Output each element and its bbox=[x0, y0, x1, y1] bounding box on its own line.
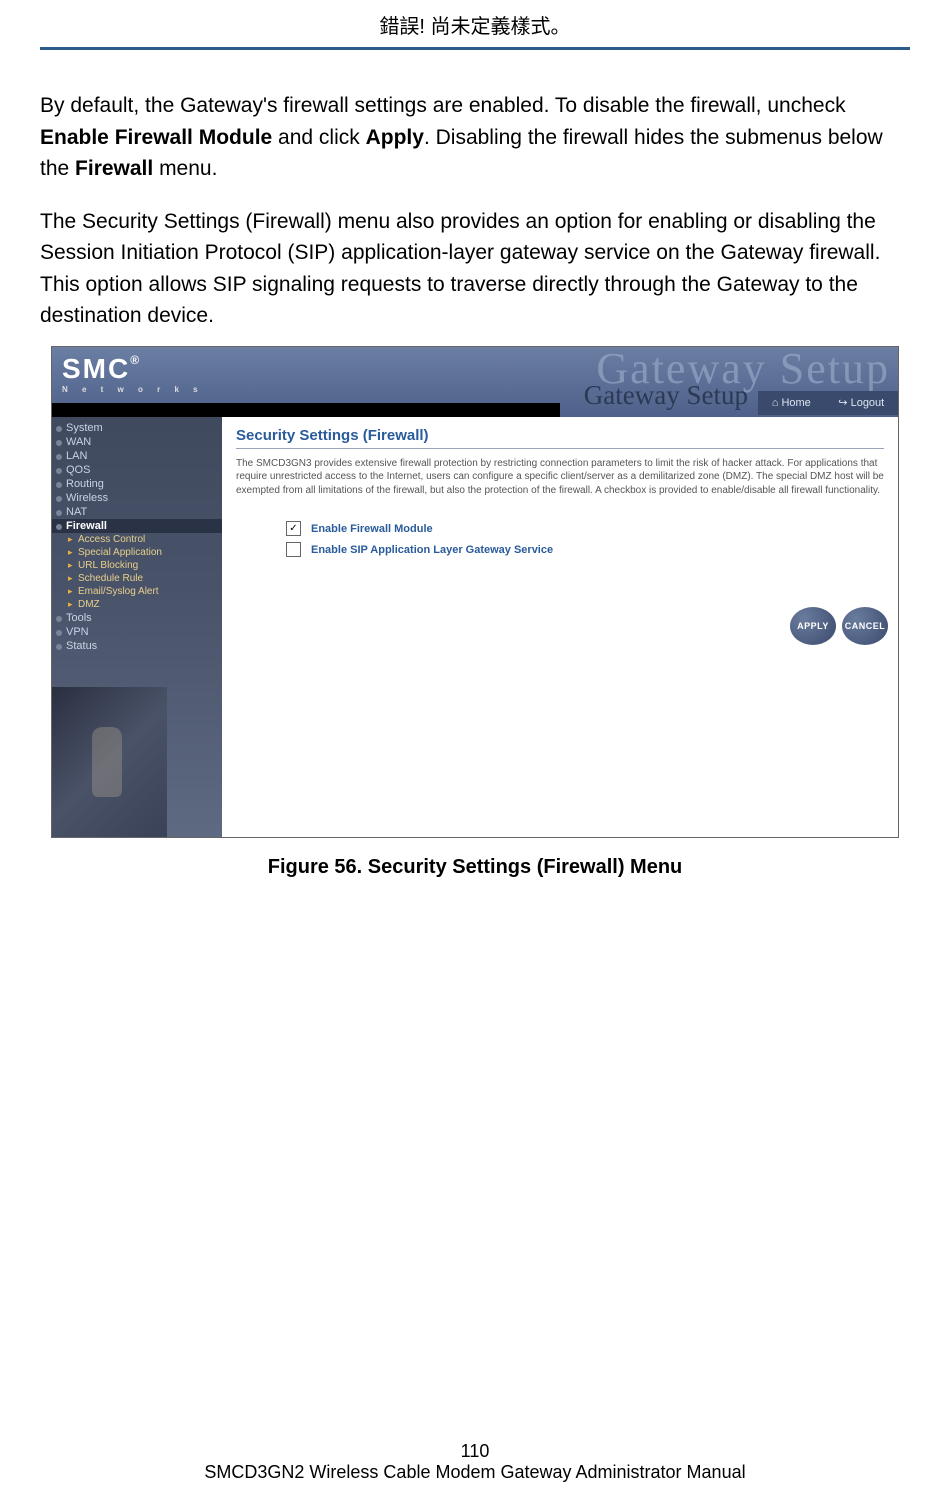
cancel-button[interactable]: CANCEL bbox=[842, 607, 888, 645]
sidebar-image bbox=[52, 687, 167, 837]
option-enable-firewall: ✓ Enable Firewall Module bbox=[286, 521, 884, 536]
top-link-bar: ⌂ Home ↪ Logout bbox=[758, 391, 898, 415]
nav-dmz[interactable]: DMZ bbox=[52, 598, 222, 611]
page-number: 110 bbox=[0, 1441, 950, 1462]
nav-lan[interactable]: LAN bbox=[52, 449, 222, 463]
label-enable-firewall: Enable Firewall Module bbox=[311, 523, 433, 535]
page-footer: 110 SMCD3GN2 Wireless Cable Modem Gatewa… bbox=[0, 1441, 950, 1483]
header-blackbar bbox=[52, 403, 560, 417]
nav-vpn[interactable]: VPN bbox=[52, 625, 222, 639]
apply-button[interactable]: APPLY bbox=[790, 607, 836, 645]
panel-description: The SMCD3GN3 provides extensive firewall… bbox=[236, 457, 884, 498]
label-enable-sip: Enable SIP Application Layer Gateway Ser… bbox=[311, 544, 553, 556]
figure-caption: Figure 56. Security Settings (Firewall) … bbox=[40, 856, 910, 879]
p1-bold-enable-firewall: Enable Firewall Module bbox=[40, 126, 272, 149]
home-icon: ⌂ bbox=[772, 397, 782, 409]
p1-bold-firewall: Firewall bbox=[75, 157, 153, 180]
brand-logo: SMC® N e t w o r k s bbox=[62, 353, 204, 394]
home-link-label: Home bbox=[781, 397, 810, 409]
nav-url-blocking[interactable]: URL Blocking bbox=[52, 559, 222, 572]
nav-nat[interactable]: NAT bbox=[52, 505, 222, 519]
header-rule bbox=[40, 47, 910, 50]
nav-schedule-rule[interactable]: Schedule Rule bbox=[52, 572, 222, 585]
paragraph-1: By default, the Gateway's firewall setti… bbox=[40, 90, 910, 185]
screenshot-body: System WAN LAN QOS Routing Wireless NAT … bbox=[52, 417, 898, 837]
logout-link-label: Logout bbox=[851, 397, 885, 409]
header-error-text: 錯誤! 尚未定義樣式。 bbox=[40, 0, 910, 47]
panel-title: Security Settings (Firewall) bbox=[236, 427, 884, 449]
brand-name: SMC bbox=[62, 353, 130, 384]
brand-subtext: N e t w o r k s bbox=[62, 385, 204, 394]
checkbox-enable-firewall[interactable]: ✓ bbox=[286, 521, 301, 536]
screenshot-container: SMC® N e t w o r k s Gateway Setup Gatew… bbox=[51, 346, 899, 838]
manual-title: SMCD3GN2 Wireless Cable Modem Gateway Ad… bbox=[0, 1462, 950, 1483]
p1-text-e: menu. bbox=[153, 157, 217, 180]
nav-email-syslog-alert[interactable]: Email/Syslog Alert bbox=[52, 585, 222, 598]
option-enable-sip: Enable SIP Application Layer Gateway Ser… bbox=[286, 542, 884, 557]
registered-icon: ® bbox=[130, 353, 141, 367]
nav-tools[interactable]: Tools bbox=[52, 611, 222, 625]
nav-wan[interactable]: WAN bbox=[52, 435, 222, 449]
nav-special-application[interactable]: Special Application bbox=[52, 546, 222, 559]
nav-system[interactable]: System bbox=[52, 421, 222, 435]
nav-routing[interactable]: Routing bbox=[52, 477, 222, 491]
action-buttons: APPLY CANCEL bbox=[790, 607, 888, 645]
p1-bold-apply: Apply bbox=[366, 126, 424, 149]
nav-wireless[interactable]: Wireless bbox=[52, 491, 222, 505]
home-link[interactable]: ⌂ Home bbox=[772, 397, 811, 409]
sidebar-nav: System WAN LAN QOS Routing Wireless NAT … bbox=[52, 417, 222, 837]
nav-firewall[interactable]: Firewall bbox=[52, 519, 222, 533]
p1-text-c: and click bbox=[272, 126, 365, 149]
nav-qos[interactable]: QOS bbox=[52, 463, 222, 477]
checkbox-enable-sip[interactable] bbox=[286, 542, 301, 557]
nav-access-control[interactable]: Access Control bbox=[52, 533, 222, 546]
main-panel: Security Settings (Firewall) The SMCD3GN… bbox=[222, 417, 898, 837]
screenshot-header: SMC® N e t w o r k s Gateway Setup Gatew… bbox=[52, 347, 898, 417]
paragraph-2: The Security Settings (Firewall) menu al… bbox=[40, 206, 910, 332]
nav-status[interactable]: Status bbox=[52, 639, 222, 653]
logout-link[interactable]: ↪ Logout bbox=[838, 396, 884, 409]
p1-text-a: By default, the Gateway's firewall setti… bbox=[40, 94, 846, 117]
gateway-setup-label: Gateway Setup bbox=[584, 380, 748, 411]
logout-icon: ↪ bbox=[838, 397, 850, 409]
